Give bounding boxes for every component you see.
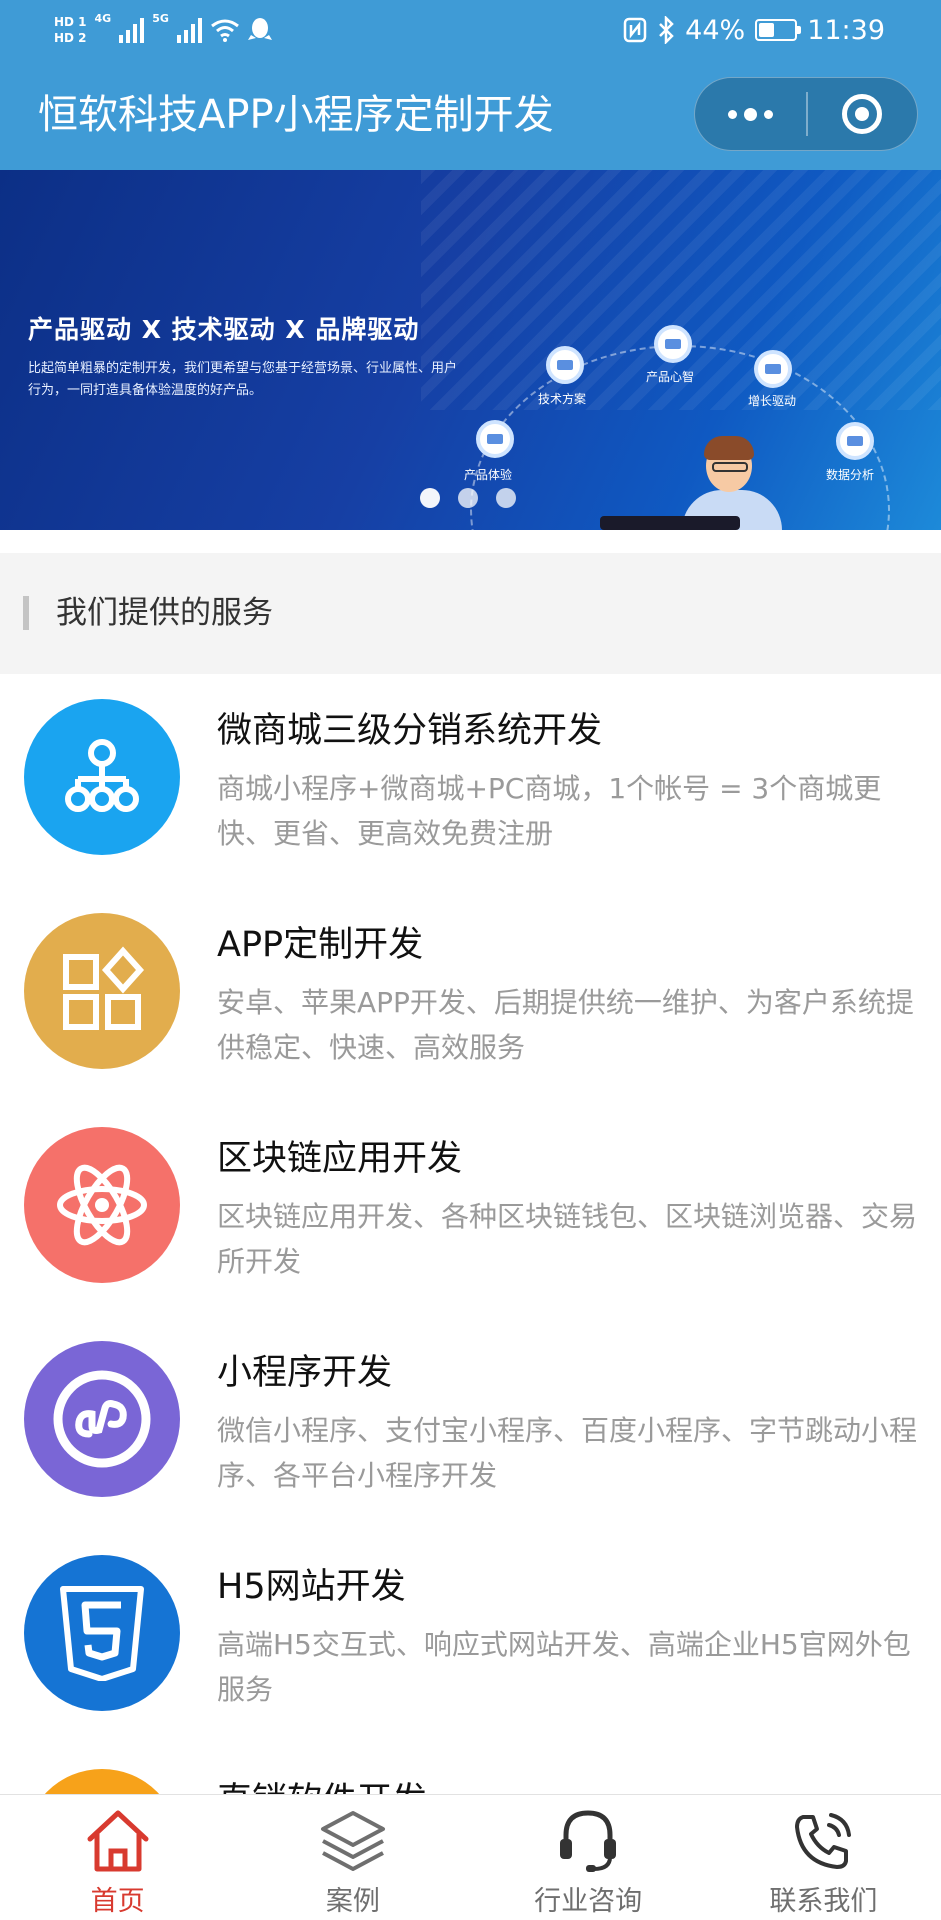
capsule-menu — [694, 77, 918, 151]
carousel-dot[interactable] — [496, 488, 516, 508]
status-bar: HD 1 HD 2 4G 5G 44% 11:39 — [0, 0, 941, 60]
battery-percent: 44% — [685, 14, 746, 46]
node-icon — [546, 346, 584, 384]
tab-cases[interactable]: 案例 — [235, 1795, 470, 1920]
bluetooth-icon — [659, 16, 674, 44]
tab-label: 联系我们 — [769, 1886, 878, 1917]
hd-bottom: HD 2 — [54, 31, 87, 45]
node-icon — [836, 422, 874, 460]
tab-consulting[interactable]: 行业咨询 — [471, 1795, 706, 1920]
hd-top: HD 1 — [54, 15, 87, 29]
service-desc: 商城小程序+微商城+PC商城，1个帐号 = 3个商城更快、更省、更高效免费注册 — [217, 772, 882, 850]
node-label: 产品体验 — [464, 468, 513, 482]
services-list: 微商城三级分销系统开发 商城小程序+微商城+PC商城，1个帐号 = 3个商城更快… — [0, 674, 941, 1920]
miniprogram-icon — [24, 1341, 180, 1497]
service-item[interactable]: APP定制开发 安卓、苹果APP开发、后期提供统一维护、为客户系统提供稳定、快速… — [0, 888, 941, 1102]
node-label: 数据分析 — [826, 468, 875, 482]
headset-icon — [560, 1810, 617, 1872]
org-tree-icon — [24, 699, 180, 855]
battery-icon — [755, 19, 802, 41]
section-accent-bar — [23, 596, 29, 630]
node-icon — [476, 420, 514, 458]
signal-bars-icon — [176, 17, 202, 43]
service-title: H5网站开发 — [217, 1567, 406, 1607]
phone-icon — [795, 1813, 852, 1869]
wifi-icon — [210, 19, 239, 42]
carousel-dots — [420, 488, 516, 508]
node-icon — [654, 325, 692, 363]
battery-fill — [759, 23, 775, 37]
node-label: 产品心智 — [646, 370, 695, 384]
service-desc: 安卓、苹果APP开发、后期提供统一维护、为客户系统提供稳定、快速、高效服务 — [217, 986, 914, 1064]
service-desc: 微信小程序、支付宝小程序、百度小程序、字节跳动小程序、各平台小程序开发 — [217, 1414, 918, 1492]
close-ring — [842, 94, 883, 134]
more-dots-icon[interactable] — [695, 77, 806, 151]
clock: 11:39 — [807, 14, 885, 46]
carousel-dot[interactable] — [458, 488, 478, 508]
tab-label: 案例 — [325, 1886, 380, 1917]
html5-icon — [24, 1555, 180, 1711]
service-title: 微商城三级分销系统开发 — [217, 711, 603, 751]
status-right: 44% 11:39 — [623, 0, 885, 60]
carousel-dot[interactable] — [420, 488, 440, 508]
hd-indicator: HD 1 HD 2 — [54, 14, 87, 46]
section-title: 我们提供的服务 — [56, 595, 273, 631]
tab-label: 首页 — [90, 1886, 145, 1917]
signal2-label: 5G — [152, 12, 169, 25]
nfc-icon — [623, 17, 647, 43]
layers-icon — [320, 1811, 385, 1871]
service-item[interactable]: H5网站开发 高端H5交互式、响应式网站开发、高端企业H5官网外包服务 — [0, 1530, 941, 1744]
node-label: 技术方案 — [538, 392, 587, 406]
service-title: APP定制开发 — [217, 925, 424, 965]
service-item[interactable]: 区块链应用开发 区块链应用开发、各种区块链钱包、区块链浏览器、交易所开发 — [0, 1102, 941, 1316]
signal1-label: 4G — [94, 12, 112, 25]
desk-illustration — [600, 516, 740, 530]
page-title: 恒软科技APP小程序定制开发 — [38, 92, 554, 138]
service-desc: 区块链应用开发、各种区块链钱包、区块链浏览器、交易所开发 — [217, 1200, 918, 1278]
service-item[interactable]: 微商城三级分销系统开发 商城小程序+微商城+PC商城，1个帐号 = 3个商城更快… — [0, 674, 941, 888]
status-left: HD 1 HD 2 4G 5G — [54, 6, 272, 54]
hero-banner[interactable]: 产品驱动 X 技术驱动 X 品牌驱动 比起简单粗暴的定制开发，我们更希望与您基于… — [0, 170, 941, 530]
node-icon — [754, 350, 792, 388]
service-title: 小程序开发 — [217, 1353, 393, 1393]
apps-grid-icon — [24, 913, 180, 1069]
atom-icon — [24, 1127, 180, 1283]
target-circle-icon[interactable] — [808, 77, 917, 151]
home-icon — [87, 1810, 149, 1872]
service-item[interactable]: 小程序开发 微信小程序、支付宝小程序、百度小程序、字节跳动小程序、各平台小程序开… — [0, 1316, 941, 1530]
qq-icon — [247, 18, 272, 40]
bottom-tab-bar: 首页 案例 行业咨询 联系我们 — [0, 1794, 941, 1920]
tab-contact[interactable]: 联系我们 — [706, 1795, 941, 1920]
tab-home[interactable]: 首页 — [0, 1795, 235, 1920]
banner-headline: 产品驱动 X 技术驱动 X 品牌驱动 — [28, 315, 420, 344]
mini-program-titlebar: 恒软科技APP小程序定制开发 — [0, 60, 941, 170]
node-label: 增长驱动 — [748, 394, 797, 408]
service-desc: 高端H5交互式、响应式网站开发、高端企业H5官网外包服务 — [217, 1628, 911, 1706]
tab-label: 行业咨询 — [534, 1886, 643, 1917]
services-section-header: 我们提供的服务 — [0, 553, 941, 674]
service-title: 区块链应用开发 — [217, 1139, 463, 1179]
banner-subtitle: 比起简单粗暴的定制开发，我们更希望与您基于经营场景、行业属性、用户行为，一同打造… — [28, 361, 458, 398]
signal-bars-icon — [119, 17, 145, 43]
